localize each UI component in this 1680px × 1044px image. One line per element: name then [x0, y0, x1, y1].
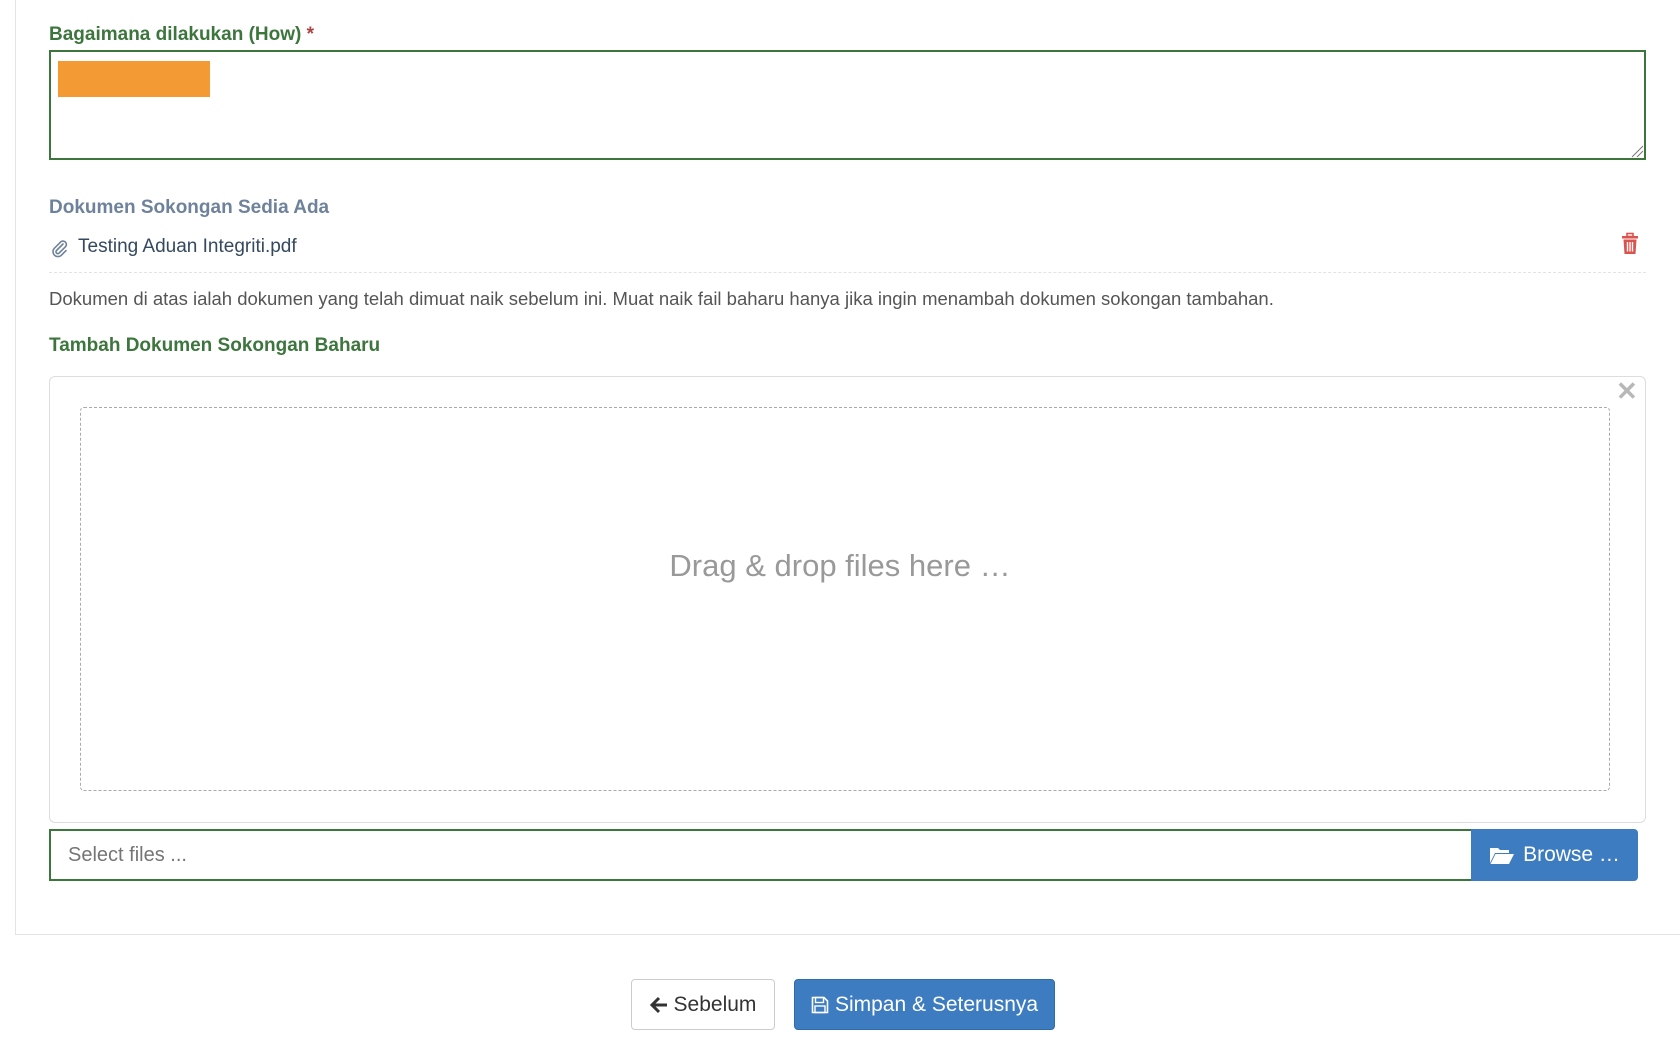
- existing-file-link[interactable]: Testing Aduan Integriti.pdf: [78, 236, 297, 258]
- existing-docs-heading: Dokumen Sokongan Sedia Ada: [49, 197, 330, 218]
- how-field-label: Bagaimana dilakukan (How) *: [49, 24, 315, 45]
- save-next-button[interactable]: Simpan & Seterusnya: [794, 979, 1055, 1030]
- folder-open-icon: [1489, 845, 1515, 865]
- previous-label: Sebelum: [673, 992, 757, 1016]
- dropzone[interactable]: [80, 407, 1610, 791]
- redacted-text: [58, 61, 210, 97]
- how-textarea[interactable]: [49, 50, 1646, 160]
- dropzone-text: Drag & drop files here …: [669, 548, 1011, 583]
- previous-button[interactable]: Sebelum: [631, 979, 775, 1030]
- browse-label: Browse …: [1523, 843, 1620, 866]
- new-docs-heading: Tambah Dokumen Sokongan Baharu: [49, 335, 381, 356]
- paperclip-icon: [49, 238, 69, 258]
- close-icon[interactable]: ✕: [1616, 378, 1638, 404]
- required-marker: *: [306, 24, 315, 45]
- existing-docs-help-text: Dokumen di atas ialah dokumen yang telah…: [49, 288, 1274, 309]
- resize-handle-icon[interactable]: [1630, 144, 1644, 158]
- save-next-label: Simpan & Seterusnya: [834, 992, 1039, 1016]
- browse-button[interactable]: Browse …: [1471, 829, 1638, 881]
- arrow-left-icon: [649, 996, 668, 1014]
- save-icon: [811, 996, 829, 1014]
- existing-file-row: Testing Aduan Integriti.pdf: [49, 228, 1646, 273]
- select-files-input[interactable]: [49, 829, 1472, 881]
- trash-icon[interactable]: [1620, 232, 1640, 256]
